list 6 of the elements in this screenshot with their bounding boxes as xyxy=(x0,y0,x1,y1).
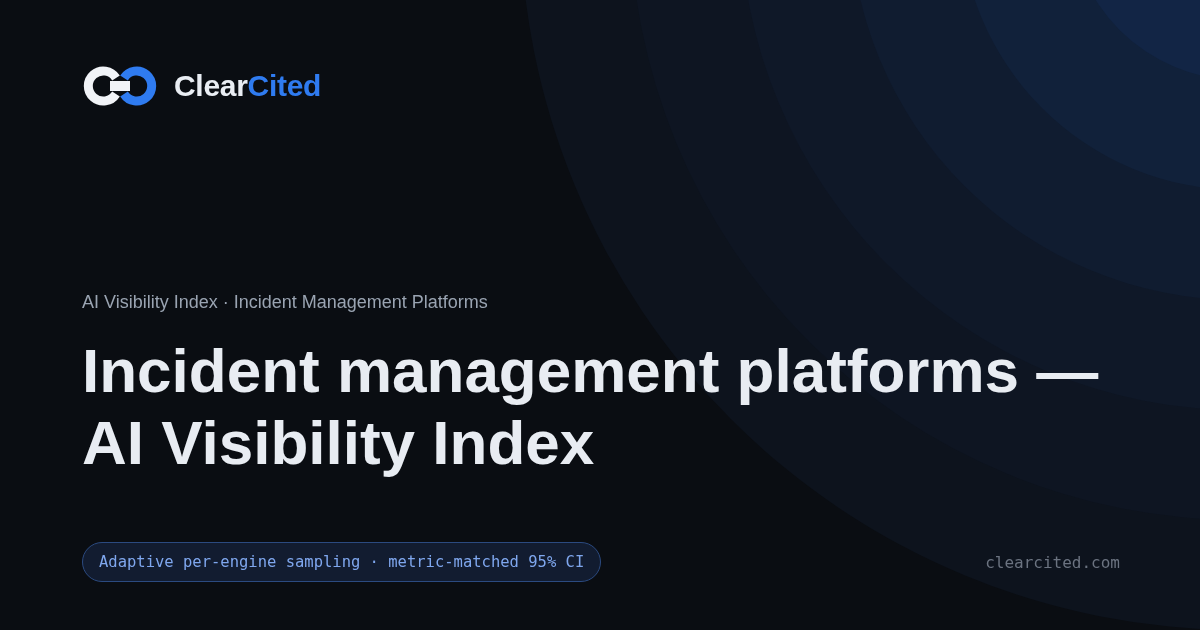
method-badge: Adaptive per-engine sampling · metric-matched 95% CI xyxy=(82,542,602,582)
breadcrumb: AI Visibility Index · Incident Management Platforms xyxy=(82,292,489,313)
domain-text: clearcited.com xyxy=(985,552,1120,572)
page-title: Incident management platforms — AI Visibility Index xyxy=(82,335,1100,479)
brand-name: ClearCited xyxy=(174,69,322,103)
logo-icon xyxy=(82,64,158,108)
